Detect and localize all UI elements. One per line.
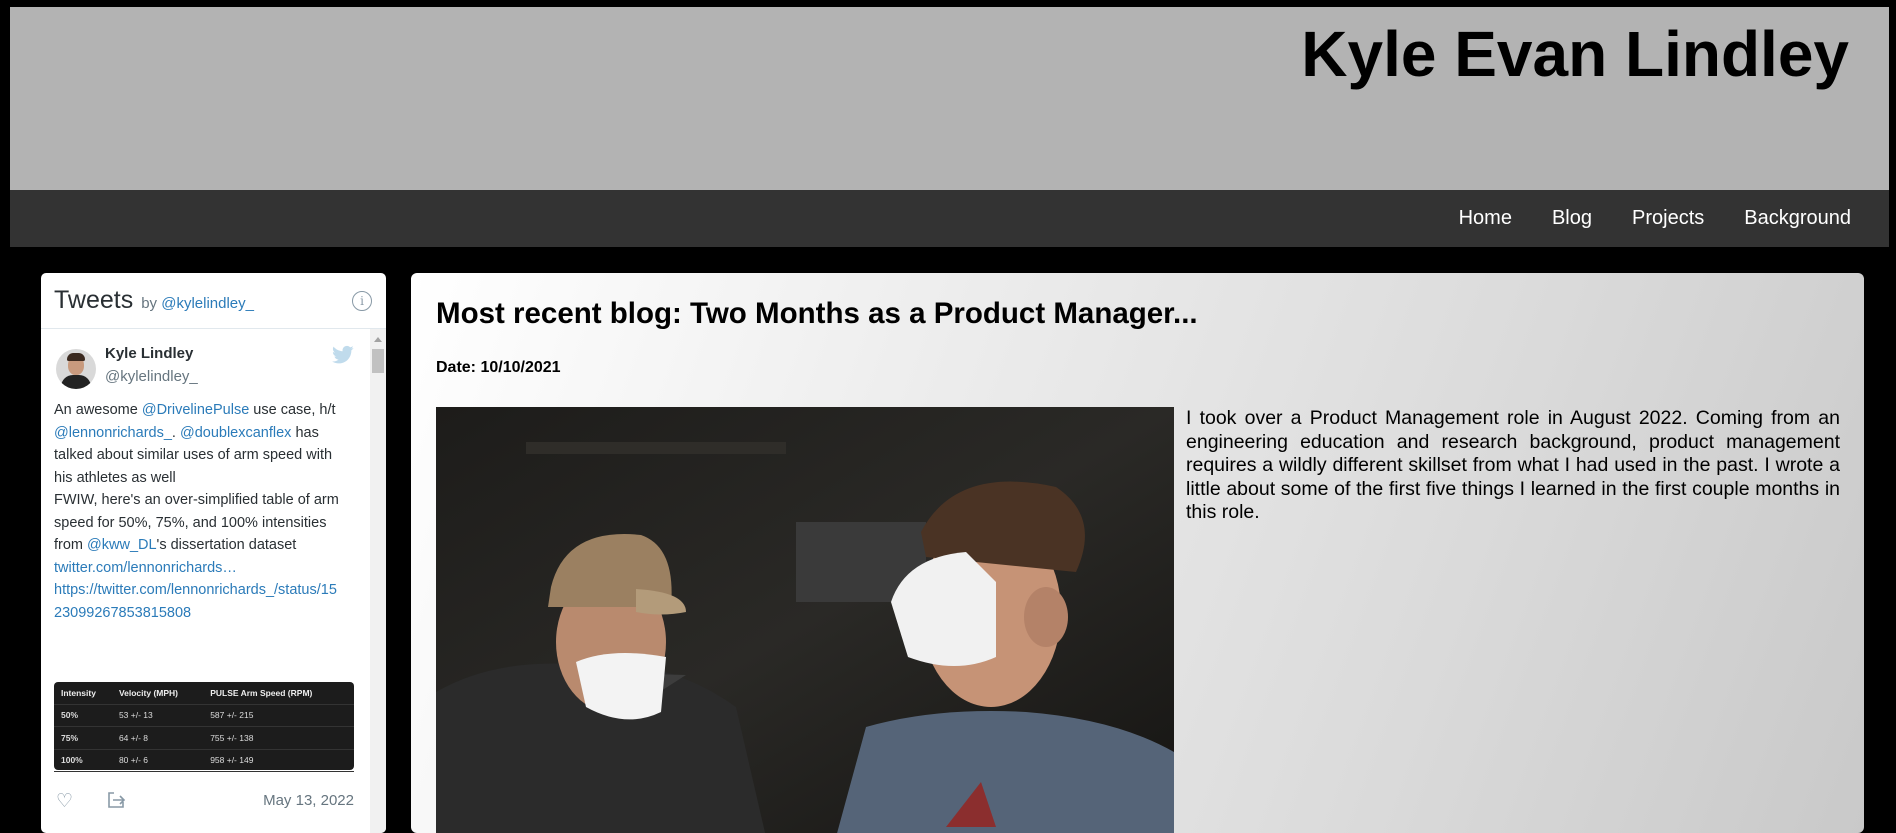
nav-blog[interactable]: Blog: [1532, 207, 1612, 230]
table-cell: 958 +/- 149: [203, 749, 354, 772]
tweet-text-segment: use case, h/t: [249, 402, 336, 418]
tweet-text-line: twitter.com/lennonrichards…: [54, 557, 354, 580]
table-cell: 53 +/- 13: [111, 704, 204, 727]
table-cell: 755 +/- 138: [203, 726, 354, 750]
blog-excerpt: I took over a Product Management role in…: [1186, 407, 1840, 523]
tweet-link[interactable]: @doublexcanflex: [180, 425, 291, 441]
table-cell: 100%: [54, 749, 112, 772]
tweet-link[interactable]: https://twitter.com/lennonrichards_/stat…: [54, 582, 337, 598]
tweet-text-line: speed for 50%, 75%, and 100% intensities: [54, 512, 354, 535]
table-row: 100% 80 +/- 6 958 +/- 149: [54, 749, 354, 772]
twitter-timeline-widget: Tweets by @kylelindley_ i Kyle Lindley @…: [41, 273, 386, 833]
scroll-up-arrow-icon[interactable]: [374, 337, 382, 342]
table-header-cell: Velocity (MPH): [111, 682, 204, 705]
share-icon[interactable]: [106, 790, 126, 810]
table-cell: 587 +/- 215: [203, 704, 354, 727]
blog-heading[interactable]: Most recent blog: Two Months as a Produc…: [436, 297, 1198, 331]
tweet-actions: ♡ May 13, 2022: [54, 788, 354, 812]
tweet-link[interactable]: 23099267853815808: [54, 605, 191, 621]
info-icon[interactable]: i: [352, 291, 372, 311]
nav-projects[interactable]: Projects: [1612, 207, 1724, 230]
table-cell: 50%: [54, 704, 112, 727]
scrollbar-thumb[interactable]: [372, 349, 384, 373]
table-row: 50% 53 +/- 13 587 +/- 215: [54, 704, 354, 727]
tweet-text-line: An awesome @DrivelinePulse use case, h/t: [54, 399, 354, 422]
table-cell: 64 +/- 8: [111, 726, 204, 750]
tweet-text-segment: talked about similar uses of arm speed w…: [54, 447, 333, 463]
table-header-row: Intensity Velocity (MPH) PULSE Arm Speed…: [54, 682, 354, 705]
tweet-text-segment: from: [54, 537, 88, 553]
table-header-cell: Intensity: [54, 682, 112, 705]
main-nav: Home Blog Projects Background: [10, 190, 1889, 247]
tweet-text-line: his athletes as well: [54, 467, 354, 490]
tweet-author-handle[interactable]: @kylelindley_: [105, 368, 198, 385]
tweet-text-segment: .: [171, 424, 180, 441]
site-title: Kyle Evan Lindley: [1301, 18, 1849, 90]
table-cell: 80 +/- 6: [111, 749, 204, 772]
twitter-bird-icon[interactable]: [332, 345, 354, 365]
tweet-text-segment: 's dissertation dataset: [156, 537, 297, 553]
table-cell: 75%: [54, 726, 112, 750]
site-header: Kyle Evan Lindley: [10, 7, 1889, 190]
twitter-widget-title: Tweets: [54, 286, 134, 314]
twitter-widget-header: Tweets by @kylelindley_ i: [41, 273, 386, 329]
blog-photo: [436, 407, 1174, 833]
tweet-text-line: 23099267853815808: [54, 602, 354, 625]
tweet-text-line: @lennonrichards_. @doublexcanflex has: [54, 422, 354, 445]
recent-blog-card: Most recent blog: Two Months as a Produc…: [411, 273, 1864, 833]
feed-scrollbar[interactable]: [370, 329, 386, 833]
nav-background[interactable]: Background: [1724, 207, 1889, 230]
byline-prefix: by: [141, 295, 158, 312]
avatar[interactable]: [56, 349, 96, 389]
tweet-text-line: talked about similar uses of arm speed w…: [54, 444, 354, 467]
tweet-author-name[interactable]: Kyle Lindley: [105, 345, 193, 362]
tweet-text-segment: FWIW, here's an over-simplified table of…: [54, 492, 339, 508]
heart-icon[interactable]: ♡: [56, 790, 73, 812]
tweet-text: An awesome @DrivelinePulse use case, h/t…: [54, 399, 354, 624]
twitter-widget-byline: by @kylelindley_: [141, 295, 254, 312]
tweet-text-line: https://twitter.com/lennonrichards_/stat…: [54, 579, 354, 602]
tweet-text-segment: An awesome: [54, 402, 142, 418]
table-row: 75% 64 +/- 8 755 +/- 138: [54, 726, 354, 750]
twitter-feed[interactable]: Kyle Lindley @kylelindley_ An awesome @D…: [41, 329, 386, 833]
nav-home[interactable]: Home: [1439, 207, 1532, 230]
table-header-cell: PULSE Arm Speed (RPM): [203, 682, 354, 705]
tweet-attached-image-table[interactable]: Intensity Velocity (MPH) PULSE Arm Speed…: [54, 682, 354, 772]
tweet-date[interactable]: May 13, 2022: [263, 792, 354, 809]
tweet-text-segment: has: [291, 424, 319, 441]
tweet-link[interactable]: @DrivelinePulse: [142, 402, 249, 418]
tweet-link[interactable]: twitter.com/lennonrichards…: [54, 560, 237, 576]
byline-handle-link[interactable]: @kylelindley_: [161, 295, 254, 312]
tweet-text-line: FWIW, here's an over-simplified table of…: [54, 489, 354, 512]
tweet-text-segment: speed for 50%, 75%, and 100% intensities: [54, 514, 327, 531]
blog-date: Date: 10/10/2021: [436, 359, 561, 376]
tweet-text-line: from @kww_DL's dissertation dataset: [54, 534, 354, 557]
tweet-link[interactable]: @lennonrichards_: [54, 425, 172, 441]
tweet-link[interactable]: @kww_DL: [87, 537, 157, 553]
tweet-text-segment: his athletes as well: [54, 469, 176, 486]
